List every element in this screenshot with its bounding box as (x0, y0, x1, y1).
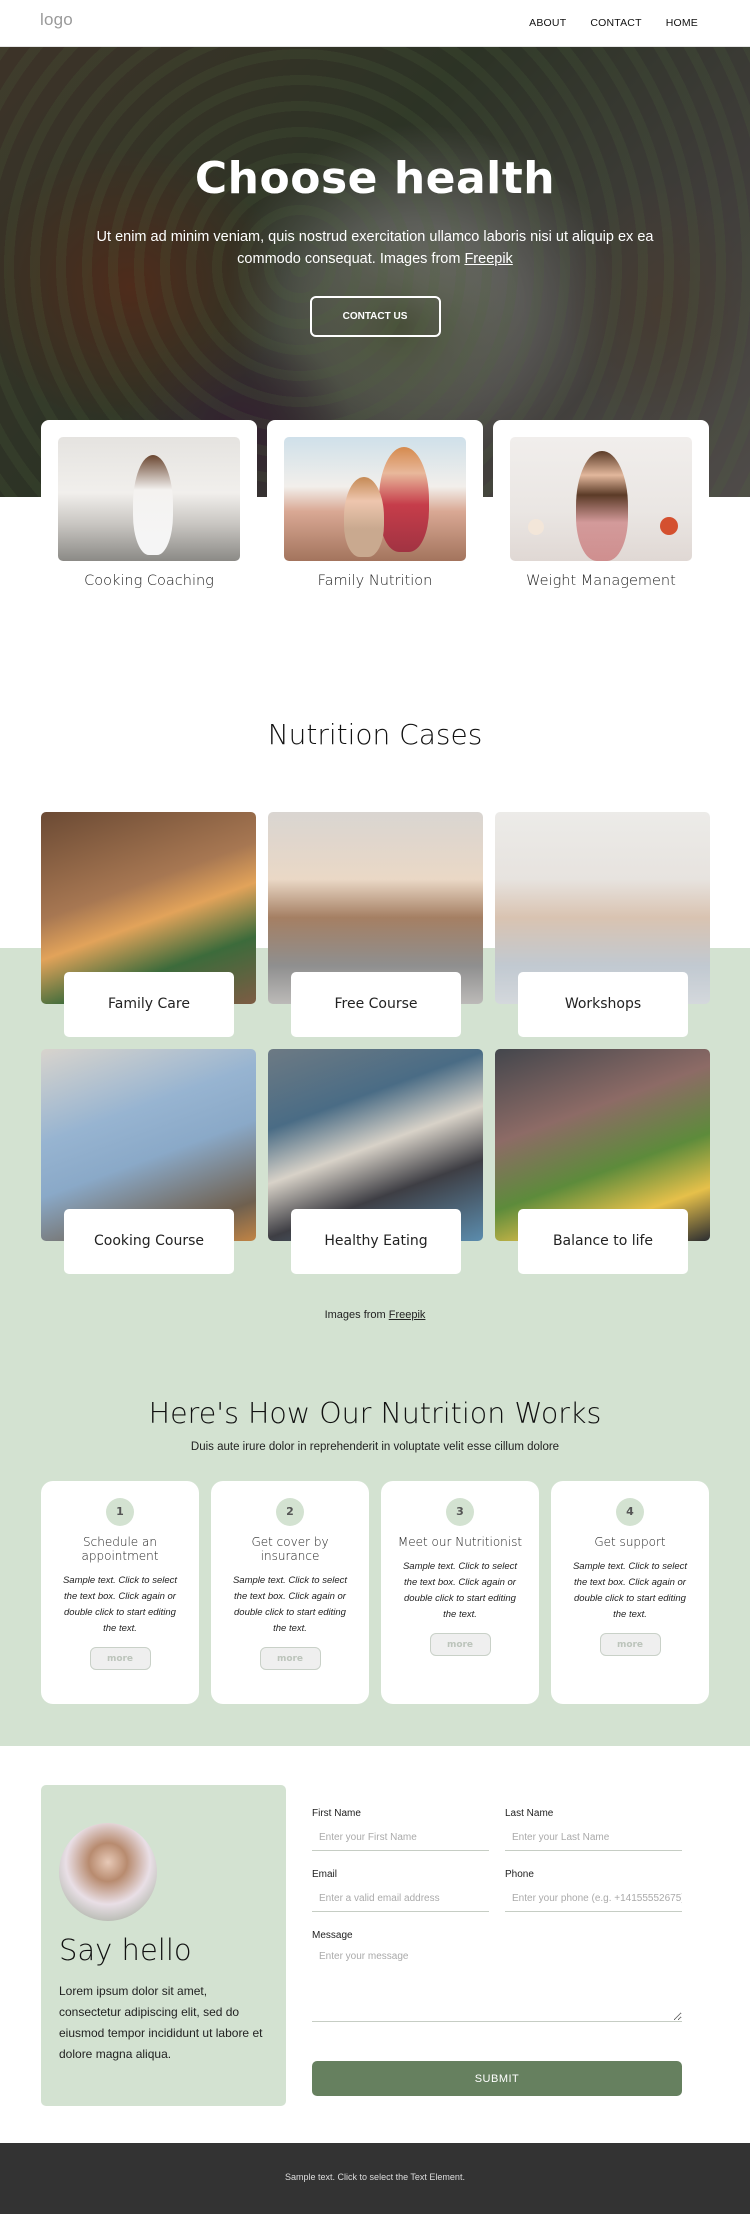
last-name-input[interactable] (505, 1825, 682, 1851)
service-card[interactable]: Weight Management (493, 420, 709, 600)
hero-text-body: Ut enim ad minim veniam, quis nostrud ex… (96, 229, 654, 267)
more-button[interactable]: more (259, 1647, 321, 1670)
step-number: 3 (446, 1498, 474, 1526)
weight-management-image (510, 437, 692, 561)
credit-prefix: Images from (324, 1309, 389, 1321)
nav-home[interactable]: HOME (666, 17, 698, 29)
service-label: Cooking Coaching (84, 573, 214, 589)
person-figure (344, 477, 384, 557)
message-field: Message (312, 1930, 682, 2026)
cases-row: Cooking Course Healthy Eating Balance to… (41, 1049, 710, 1275)
form-row: Email Phone (312, 1869, 682, 1912)
contact-us-button[interactable]: CONTACT US (309, 296, 441, 337)
hero-title: Choose health (194, 153, 556, 204)
hero-freepik-link[interactable]: Freepik (464, 251, 512, 267)
last-name-label: Last Name (505, 1808, 554, 1819)
case-label: Cooking Course (64, 1209, 234, 1274)
steps-list: 1 Schedule an appointment Sample text. C… (41, 1481, 709, 1704)
service-label: Family Nutrition (317, 573, 433, 589)
service-card[interactable]: Cooking Coaching (41, 420, 257, 600)
family-nutrition-image (284, 437, 466, 561)
contact-text: Lorem ipsum dolor sit amet, consectetur … (59, 1984, 263, 2061)
case-label: Balance to life (518, 1209, 688, 1274)
step-number: 1 (106, 1498, 134, 1526)
phone-label: Phone (505, 1869, 534, 1880)
step-number: 2 (276, 1498, 304, 1526)
case-label: Workshops (518, 972, 688, 1037)
more-button[interactable]: more (599, 1633, 661, 1656)
step-title: Get support (594, 1535, 666, 1549)
contact-title: Say hello (59, 1933, 192, 1967)
phone-field: Phone (505, 1869, 682, 1912)
hero-content: Choose health Ut enim ad minim veniam, q… (0, 47, 750, 337)
how-subtitle: Duis aute irure dolor in reprehenderit i… (190, 1441, 560, 1453)
nav-about[interactable]: ABOUT (529, 17, 566, 29)
step-text: Sample text. Click to select the text bo… (232, 1575, 348, 1634)
step-text: Sample text. Click to select the text bo… (402, 1561, 518, 1620)
cases-title: Nutrition Cases (267, 718, 483, 751)
cupcake-graphic (528, 519, 544, 535)
more-button[interactable]: more (429, 1633, 491, 1656)
case-card[interactable]: Healthy Eating (268, 1049, 483, 1275)
step-number: 4 (616, 1498, 644, 1526)
step-text: Sample text. Click to select the text bo… (572, 1561, 688, 1620)
service-cards: Cooking Coaching Family Nutrition Weight… (41, 420, 709, 600)
step-card: 1 Schedule an appointment Sample text. C… (41, 1481, 199, 1704)
submit-button[interactable]: SUBMIT (312, 2061, 682, 2096)
contact-panel: Say hello Lorem ipsum dolor sit amet, co… (41, 1785, 286, 2106)
message-input[interactable] (312, 1947, 682, 2022)
person-figure (379, 447, 429, 552)
form-row: Message (312, 1930, 682, 2026)
person-figure (576, 451, 628, 561)
credit-freepik-link[interactable]: Freepik (389, 1309, 426, 1321)
more-button[interactable]: more (89, 1647, 151, 1670)
cooking-coaching-image (58, 437, 240, 561)
case-label: Free Course (291, 972, 461, 1037)
service-card[interactable]: Family Nutrition (267, 420, 483, 600)
case-card[interactable]: Free Course (268, 812, 483, 1038)
logo[interactable]: logo (40, 10, 73, 30)
main-nav: ABOUT CONTACT HOME (529, 17, 698, 29)
site-footer: Sample text. Click to select the Text El… (0, 2143, 750, 2214)
phone-input[interactable] (505, 1886, 682, 1912)
cases-row: Family Care Free Course Workshops (41, 812, 710, 1038)
step-text: Sample text. Click to select the text bo… (62, 1575, 178, 1634)
case-label: Healthy Eating (291, 1209, 461, 1274)
case-card[interactable]: Cooking Course (41, 1049, 256, 1275)
step-card: 4 Get support Sample text. Click to sele… (551, 1481, 709, 1704)
footer-text: Sample text. Click to select the Text El… (285, 2172, 465, 2182)
step-title: Meet our Nutritionist (397, 1535, 523, 1549)
apple-graphic (660, 517, 678, 535)
first-name-input[interactable] (312, 1825, 489, 1851)
step-card: 3 Meet our Nutritionist Sample text. Cli… (381, 1481, 539, 1704)
case-label: Family Care (64, 972, 234, 1037)
service-label: Weight Management (526, 573, 676, 589)
hero-text: Ut enim ad minim veniam, quis nostrud ex… (95, 226, 655, 270)
images-credit: Images from Freepik (0, 1309, 750, 1321)
nav-contact[interactable]: CONTACT (590, 17, 641, 29)
how-title: Here's How Our Nutrition Works (148, 1397, 602, 1430)
contact-form: First Name Last Name Email Phone Message… (312, 1808, 682, 2096)
email-label: Email (312, 1869, 338, 1880)
case-card[interactable]: Workshops (495, 812, 710, 1038)
step-title: Get cover by insurance (251, 1535, 329, 1563)
first-name-field: First Name (312, 1808, 489, 1851)
case-card[interactable]: Family Care (41, 812, 256, 1038)
step-card: 2 Get cover by insurance Sample text. Cl… (211, 1481, 369, 1704)
form-row: First Name Last Name (312, 1808, 682, 1851)
step-title: Schedule an appointment (81, 1535, 159, 1563)
email-field: Email (312, 1869, 489, 1912)
first-name-label: First Name (312, 1808, 361, 1819)
avatar (59, 1823, 157, 1921)
case-card[interactable]: Balance to life (495, 1049, 710, 1275)
site-header: logo ABOUT CONTACT HOME (0, 0, 750, 47)
message-label: Message (312, 1930, 353, 1941)
person-figure (133, 455, 173, 555)
email-input[interactable] (312, 1886, 489, 1912)
last-name-field: Last Name (505, 1808, 682, 1851)
